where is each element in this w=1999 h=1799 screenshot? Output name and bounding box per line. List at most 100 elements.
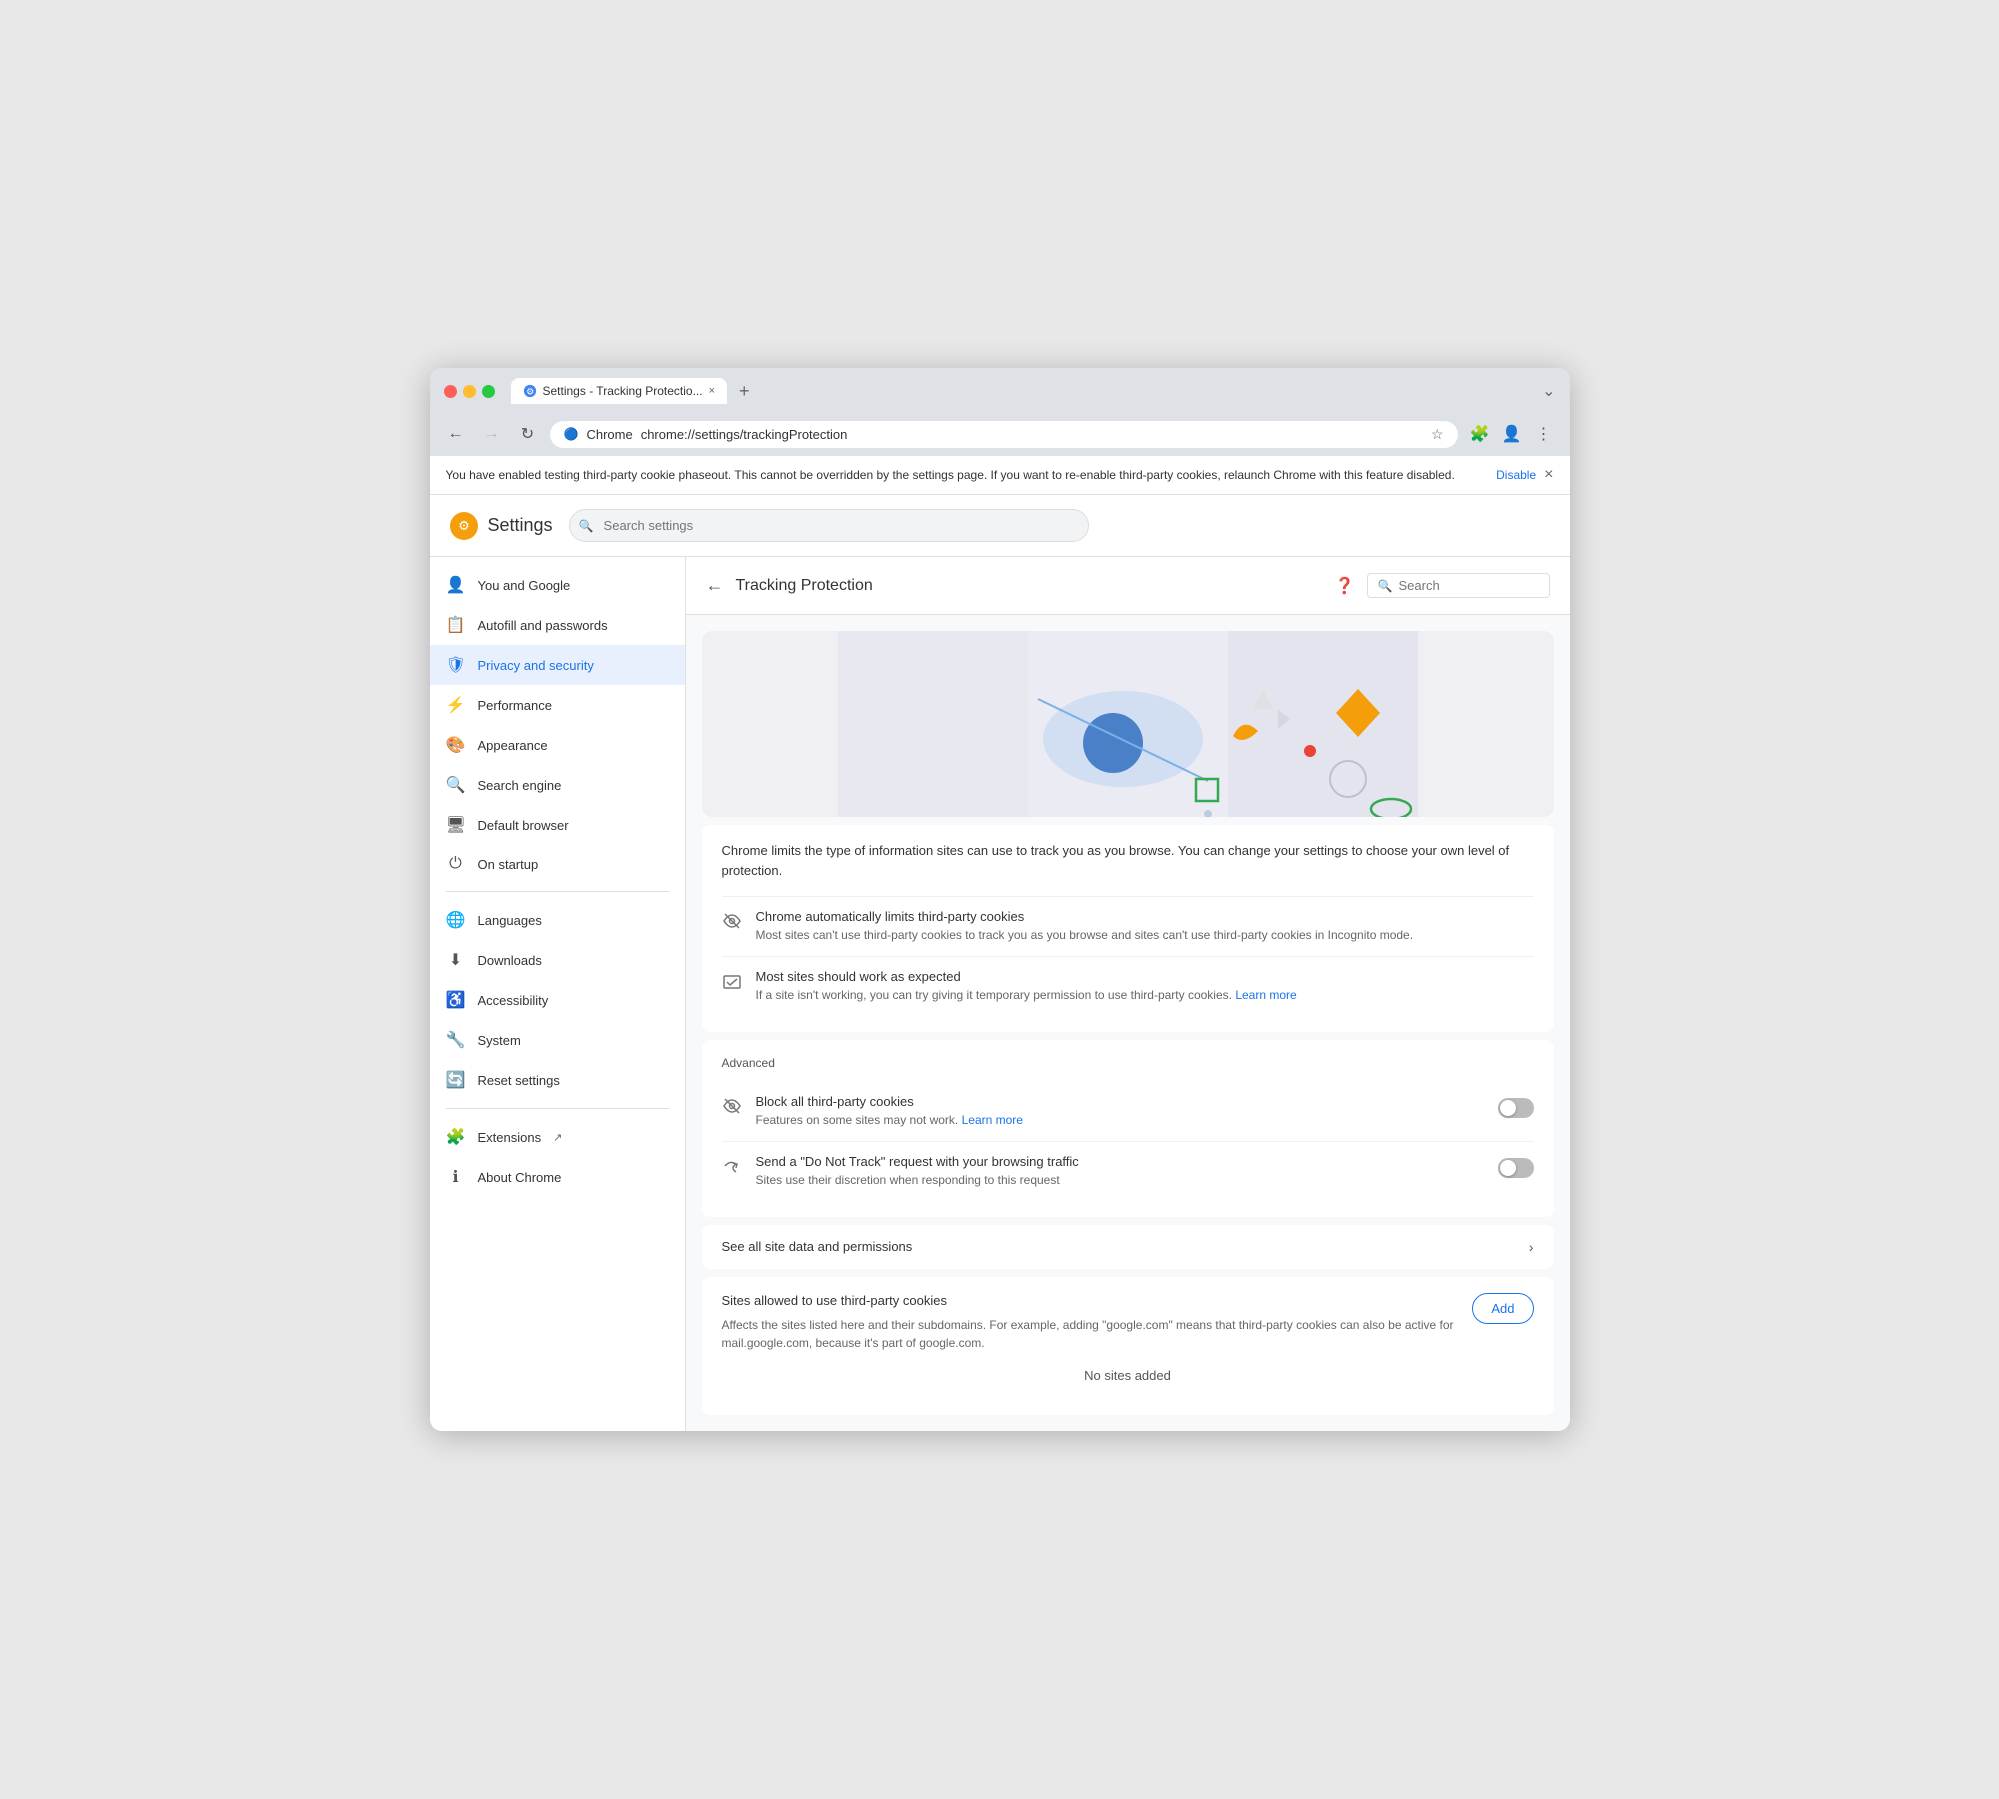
block-cookies-desc: Features on some sites may not work. Lea…: [756, 1112, 1484, 1129]
sites-allowed-desc: Affects the sites listed here and their …: [722, 1316, 1457, 1352]
sidebar-item-system[interactable]: 🔧 System: [430, 1020, 685, 1060]
settings-search-input[interactable]: [569, 509, 1089, 542]
site-works-icon: [722, 971, 742, 996]
body-layout: 👤 You and Google 📋 Autofill and password…: [430, 557, 1570, 1430]
window-chevron[interactable]: ⌄: [1542, 381, 1555, 401]
address-text: chrome://settings/trackingProtection: [641, 427, 1423, 442]
help-icon[interactable]: ❓: [1335, 576, 1355, 596]
settings-logo: ⚙ Settings: [450, 512, 553, 540]
sidebar-item-you-and-google[interactable]: 👤 You and Google: [430, 565, 685, 605]
block-cookies-icon: [722, 1096, 742, 1121]
page-search-input[interactable]: [1399, 578, 1539, 593]
description-section: Chrome limits the type of information si…: [702, 825, 1554, 1032]
block-cookies-content: Block all third-party cookies Features o…: [756, 1094, 1484, 1129]
minimize-traffic-light[interactable]: [463, 385, 476, 398]
sidebar-item-privacy[interactable]: 🛡 Privacy and security: [430, 645, 685, 685]
tracking-protection-header: ← Tracking Protection ❓ 🔍: [686, 557, 1570, 615]
dnt-toggle[interactable]: [1498, 1158, 1534, 1178]
dnt-desc: Sites use their discretion when respondi…: [756, 1172, 1484, 1189]
system-icon: 🔧: [446, 1030, 466, 1050]
learn-more-link-2[interactable]: Learn more: [962, 1113, 1023, 1127]
chrome-label: Chrome: [586, 427, 632, 442]
sidebar-item-accessibility[interactable]: ♿ Accessibility: [430, 980, 685, 1020]
reload-button[interactable]: ↻: [514, 420, 542, 448]
sidebar-label-appearance: Appearance: [478, 738, 548, 753]
active-tab[interactable]: ⚙ Settings - Tracking Protectio... ×: [511, 378, 728, 404]
back-button[interactable]: ←: [442, 420, 470, 448]
sidebar-item-performance[interactable]: ⚡ Performance: [430, 685, 685, 725]
sidebar-label-about: About Chrome: [478, 1170, 562, 1185]
site-data-arrow-icon: ›: [1529, 1239, 1534, 1255]
block-cookies-toggle[interactable]: [1498, 1098, 1534, 1118]
sidebar-item-extensions[interactable]: 🧩 Extensions ↗: [430, 1117, 685, 1157]
info-bar: You have enabled testing third-party coo…: [430, 456, 1570, 495]
site-data-section: See all site data and permissions ›: [702, 1225, 1554, 1269]
add-site-button[interactable]: Add: [1472, 1293, 1533, 1324]
hero-illustration: [702, 631, 1554, 817]
sidebar-item-reset[interactable]: 🔄 Reset settings: [430, 1060, 685, 1100]
sidebar-label-performance: Performance: [478, 698, 552, 713]
bookmark-icon[interactable]: ☆: [1431, 426, 1444, 443]
site-data-link[interactable]: See all site data and permissions ›: [702, 1225, 1554, 1269]
sidebar-divider-1: [446, 891, 669, 892]
learn-more-link-1[interactable]: Learn more: [1235, 988, 1296, 1002]
disable-link[interactable]: Disable: [1496, 468, 1536, 482]
autofill-icon: 📋: [446, 615, 466, 635]
sidebar-item-about[interactable]: ℹ About Chrome: [430, 1157, 685, 1197]
sidebar-label-default-browser: Default browser: [478, 818, 569, 833]
languages-icon: 🌐: [446, 910, 466, 930]
sidebar-label-extensions: Extensions: [478, 1130, 542, 1145]
back-arrow-button[interactable]: ←: [706, 575, 724, 596]
settings-header: ⚙ Settings: [430, 495, 1570, 557]
sidebar-label-on-startup: On startup: [478, 857, 539, 872]
sidebar-item-languages[interactable]: 🌐 Languages: [430, 900, 685, 940]
profile-icon[interactable]: 👤: [1498, 420, 1526, 448]
search-engine-icon: 🔍: [446, 775, 466, 795]
sidebar-item-search-engine[interactable]: 🔍 Search engine: [430, 765, 685, 805]
about-icon: ℹ: [446, 1167, 466, 1187]
forward-button[interactable]: →: [478, 420, 506, 448]
advanced-label: Advanced: [722, 1056, 1534, 1070]
sidebar-label-languages: Languages: [478, 913, 542, 928]
tracking-protection-title: Tracking Protection: [736, 577, 1323, 595]
sidebar-item-downloads[interactable]: ⬇ Downloads: [430, 940, 685, 980]
sidebar-label-downloads: Downloads: [478, 953, 542, 968]
dnt-switch[interactable]: [1498, 1158, 1534, 1178]
default-browser-icon: 🖥: [446, 815, 466, 835]
tabs-area: ⚙ Settings - Tracking Protectio... × +: [511, 378, 1535, 404]
settings-logo-icon: ⚙: [450, 512, 478, 540]
sidebar-item-default-browser[interactable]: 🖥 Default browser: [430, 805, 685, 845]
svg-text:⚙: ⚙: [458, 518, 470, 533]
sidebar-label-accessibility: Accessibility: [478, 993, 549, 1008]
option-2-desc: If a site isn't working, you can try giv…: [756, 987, 1534, 1004]
dnt-content: Send a "Do Not Track" request with your …: [756, 1154, 1484, 1189]
content-area: ← Tracking Protection ❓ 🔍: [686, 557, 1570, 1430]
close-traffic-light[interactable]: [444, 385, 457, 398]
title-bar: ⚙ Settings - Tracking Protectio... × + ⌄: [430, 368, 1570, 414]
maximize-traffic-light[interactable]: [482, 385, 495, 398]
advanced-section: Advanced Block all third-party cookies: [702, 1040, 1554, 1217]
sidebar-item-autofill[interactable]: 📋 Autofill and passwords: [430, 605, 685, 645]
eye-slash-icon-2: [722, 1096, 742, 1116]
address-bar[interactable]: 🔵 Chrome chrome://settings/trackingProte…: [550, 421, 1458, 448]
eye-slash-icon: [722, 911, 742, 931]
send-request-icon: [722, 1156, 742, 1176]
block-cookies-switch[interactable]: [1498, 1098, 1534, 1118]
info-bar-close-button[interactable]: ×: [1544, 466, 1553, 484]
no-sites-label: No sites added: [722, 1352, 1534, 1399]
sidebar-item-appearance[interactable]: 🎨 Appearance: [430, 725, 685, 765]
chrome-settings-icon: ⚙: [453, 515, 475, 537]
menu-button[interactable]: ⋮: [1530, 420, 1558, 448]
extensions-icon[interactable]: 🧩: [1466, 420, 1494, 448]
block-cookies-toggle-item: Block all third-party cookies Features o…: [722, 1082, 1534, 1142]
svg-text:⚙: ⚙: [526, 387, 534, 397]
privacy-icon: 🛡: [446, 655, 466, 675]
sidebar-item-on-startup[interactable]: ⏻ On startup: [430, 845, 685, 883]
sites-allowed-header: Sites allowed to use third-party cookies…: [722, 1293, 1534, 1352]
tab-close-button[interactable]: ×: [709, 385, 715, 397]
sidebar-label-search-engine: Search engine: [478, 778, 562, 793]
dnt-toggle-item: Send a "Do Not Track" request with your …: [722, 1142, 1534, 1201]
sidebar-label-privacy: Privacy and security: [478, 658, 594, 673]
new-tab-button[interactable]: +: [733, 379, 756, 404]
option-item-2: Most sites should work as expected If a …: [722, 956, 1534, 1016]
